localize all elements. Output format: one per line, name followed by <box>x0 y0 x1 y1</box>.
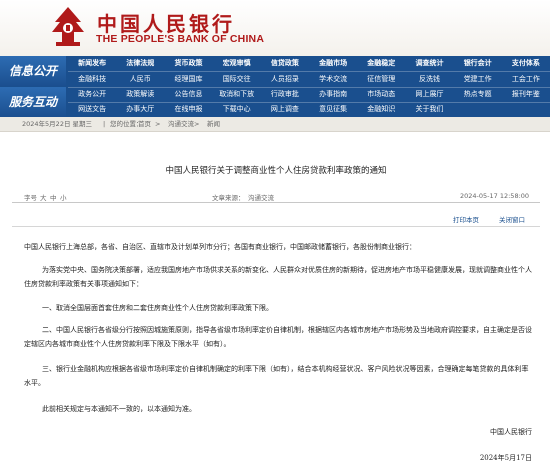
nav-item[interactable]: 宏观审慎 <box>213 56 261 71</box>
article-signer: 中国人民银行 <box>490 428 532 436</box>
nav-item[interactable]: 金融市场 <box>309 56 357 71</box>
article-item-3: 三、银行业金融机构应根据各省级市场利率定价自律机制确定的利率下限（如有），结合本… <box>24 365 529 387</box>
breadcrumb-level1-link[interactable]: 沟通交流 <box>168 117 194 131</box>
nav-item[interactable]: 法律法规 <box>116 56 164 71</box>
article-closing: 此前相关规定与本通知不一致的，以本通知为准。 <box>42 405 196 413</box>
nav-item[interactable]: 行政审批 <box>261 87 309 102</box>
breadcrumb-separator: | <box>103 120 106 128</box>
current-date: 2024年5月22日 星期三 <box>22 120 93 128</box>
pboc-emblem-icon <box>52 7 84 46</box>
publish-datetime: 2024-05-17 12:58:00 <box>460 192 530 200</box>
nav-item[interactable]: 反洗钱 <box>405 72 453 87</box>
nav-item[interactable]: 调查统计 <box>405 56 453 71</box>
nav-item[interactable]: 人员招录 <box>261 72 309 87</box>
nav-item[interactable]: 取消和下放 <box>213 87 261 102</box>
font-size-label: 字号 <box>24 194 37 202</box>
site-header: 中国人民银行 THE PEOPLE'S BANK OF CHINA <box>0 0 550 56</box>
nav-item[interactable]: 货币政策 <box>164 56 212 71</box>
nav-item[interactable]: 报刊年鉴 <box>502 87 550 102</box>
nav-item[interactable]: 金融稳定 <box>357 56 405 71</box>
article-item-2: 二、中国人民银行各省级分行按照因城施策原则，指导各省级市场利率定价自律机制，根据… <box>24 326 532 348</box>
nav-item[interactable]: 公告信息 <box>164 87 212 102</box>
nav-item[interactable]: 工会工作 <box>502 72 550 87</box>
print-page-link[interactable]: 打印本页 <box>453 214 479 224</box>
breadcrumb-level2-link[interactable]: 新闻 <box>207 117 220 131</box>
nav-item[interactable]: 信贷政策 <box>261 56 309 71</box>
nav-item[interactable]: 网上调查 <box>261 102 309 117</box>
nav-item[interactable]: 金融知识 <box>357 102 405 117</box>
breadcrumb: 2024年5月22日 星期三 | 您的位置： 首页 > 沟通交流 > 新闻 <box>0 117 550 132</box>
nav-item[interactable]: 新闻发布 <box>68 56 116 71</box>
nav-item[interactable]: 网送文告 <box>68 102 116 117</box>
font-size-large-link[interactable]: 大 <box>40 192 47 202</box>
source-label: 文章来源： <box>212 194 245 202</box>
nav-item[interactable]: 党建工作 <box>454 72 502 87</box>
article-title: 中国人民银行关于调整商业性个人住房贷款利率政策的通知 <box>165 166 387 176</box>
source-value: 沟通交流 <box>248 194 274 202</box>
breadcrumb-arrow-icon: > <box>194 120 200 128</box>
page: 中国人民银行 THE PEOPLE'S BANK OF CHINA 信息公开 服… <box>0 0 550 468</box>
nav-item[interactable]: 办事指南 <box>309 87 357 102</box>
nav-item[interactable]: 在线申报 <box>164 102 212 117</box>
nav-item[interactable]: 市场动态 <box>357 87 405 102</box>
nav-item[interactable]: 网上展厅 <box>405 87 453 102</box>
nav-item[interactable]: 国际交往 <box>213 72 261 87</box>
article-item-1: 一、取消全国层面首套住房和二套住房商业性个人住房贷款利率政策下限。 <box>42 304 273 312</box>
site-name-en: THE PEOPLE'S BANK OF CHINA <box>96 33 265 45</box>
breadcrumb-home-link[interactable]: 首页 <box>138 117 151 131</box>
nav-item[interactable]: 办事大厅 <box>116 102 164 117</box>
nav-item[interactable]: 学术交流 <box>309 72 357 87</box>
nav-row-3: 政务公开 政策解读 公告信息 取消和下放 行政审批 办事指南 市场动态 网上展厅 热点专题 报刊年… <box>68 87 550 102</box>
nav-section-info-disclosure[interactable]: 信息公开 <box>0 56 66 86</box>
nav-item[interactable]: 人民币 <box>116 72 164 87</box>
nav-row-4: 网送文告 办事大厅 在线申报 下载中心 网上调查 意见征集 金融知识 关于我们 <box>68 102 550 117</box>
nav-item[interactable]: 热点专题 <box>454 87 502 102</box>
nav-item[interactable]: 关于我们 <box>405 102 453 117</box>
nav-item[interactable]: 政策解读 <box>116 87 164 102</box>
nav-item[interactable]: 下载中心 <box>213 102 261 117</box>
article-meta: 字号 大 中 小 文章来源： 沟通交流 2024-05-17 12:58:00 <box>12 190 540 203</box>
article-addressee: 中国人民银行上海总部，各省、自治区、直辖市及计划单列市分行；各国有商业银行，中国… <box>24 243 416 251</box>
main-nav: 信息公开 服务互动 新闻发布 法律法规 货币政策 宏观审慎 信贷政策 金融市场 金融稳定 调查… <box>0 56 550 117</box>
nav-item[interactable]: 金融科技 <box>68 72 116 87</box>
article-intro: 为落实党中央、国务院决策部署，适应我国房地产市场供求关系的新变化、人民群众对优质… <box>24 266 532 288</box>
nav-section-service-interaction[interactable]: 服务互动 <box>0 87 66 117</box>
font-size-medium-link[interactable]: 中 <box>50 192 57 202</box>
font-size-small-link[interactable]: 小 <box>60 192 67 202</box>
nav-row-1: 新闻发布 法律法规 货币政策 宏观审慎 信贷政策 金融市场 金融稳定 调查统计 银行会计 支付体系 <box>68 56 550 71</box>
nav-item[interactable]: 经理国库 <box>164 72 212 87</box>
nav-item[interactable]: 支付体系 <box>502 56 550 71</box>
article-panel: 中国人民银行关于调整商业性个人住房贷款利率政策的通知 字号 大 中 小 文章来源… <box>12 136 540 468</box>
nav-item[interactable]: 征信管理 <box>357 72 405 87</box>
nav-item[interactable]: 政务公开 <box>68 87 116 102</box>
article-sign-date: 2024年5月17日 <box>479 454 532 462</box>
close-window-link[interactable]: 关闭窗口 <box>499 214 525 224</box>
nav-grid: 新闻发布 法律法规 货币政策 宏观审慎 信贷政策 金融市场 金融稳定 调查统计 银行会计 支付体系… <box>68 56 550 117</box>
nav-item[interactable]: 意见征集 <box>309 102 357 117</box>
nav-item[interactable]: 银行会计 <box>454 56 502 71</box>
nav-row-2: 金融科技 人民币 经理国库 国际交往 人员招录 学术交流 征信管理 反洗钱 党建工作 工会工作 <box>68 72 550 87</box>
breadcrumb-arrow-icon: > <box>155 120 161 128</box>
content-divider <box>12 226 540 227</box>
